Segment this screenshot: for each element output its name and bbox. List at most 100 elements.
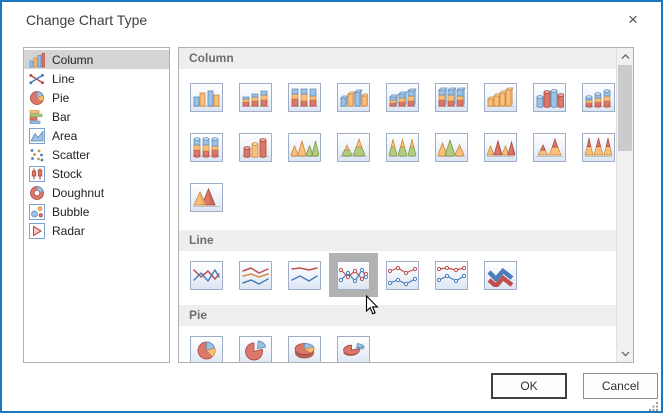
stacked-column-icon [239,83,272,112]
bar-icon [29,109,45,125]
stacked-column-3d-icon [386,83,419,112]
sidebar-item-label: Line [52,72,75,86]
thumb-stacked-column-100[interactable] [280,75,329,119]
sidebar-item-pie[interactable]: Pie [24,88,169,107]
thumb-clustered-column-3d[interactable] [329,75,378,119]
pyramid-3d-icon [190,183,223,212]
sidebar-item-stock[interactable]: Stock [24,164,169,183]
thumb-cylinder-3d[interactable] [231,125,280,169]
thumbnail-row [179,253,616,297]
stacked-column-100-3d-icon [435,83,468,112]
thumb-stacked-cone-100[interactable] [378,125,427,169]
cone-3d-icon [435,133,468,162]
clustered-column-3d-icon [337,83,370,112]
chevron-down-icon[interactable] [617,345,633,362]
stacked-cone-icon [337,133,370,162]
sidebar-item-label: Column [52,53,93,67]
sidebar-item-label: Radar [52,224,85,238]
ok-button[interactable]: OK [491,373,567,399]
thumb-column-3d[interactable] [476,75,525,119]
line-with-markers-icon [337,261,370,290]
area-icon [29,128,45,144]
clustered-cone-icon [288,133,321,162]
cancel-button[interactable]: Cancel [583,373,658,399]
column-icon [29,52,45,68]
sidebar-item-label: Bubble [52,205,89,219]
thumb-clustered-cylinder[interactable] [525,75,574,119]
gallery-section-pie: Pie [179,305,616,362]
thumb-clustered-cone[interactable] [280,125,329,169]
clustered-column-icon [190,83,223,112]
thumb-clustered-pyramid[interactable] [476,125,525,169]
sidebar-item-doughnut[interactable]: Doughnut [24,183,169,202]
sidebar-item-bubble[interactable]: Bubble [24,202,169,221]
thumb-stacked-pyramid-100[interactable] [574,125,616,169]
sidebar-item-line[interactable]: Line [24,69,169,88]
sidebar-item-bar[interactable]: Bar [24,107,169,126]
doughnut-icon [29,185,45,201]
thumb-cone-3d[interactable] [427,125,476,169]
sidebar-item-label: Stock [52,167,82,181]
thumb-stacked-column-100-3d[interactable] [427,75,476,119]
gallery-section-column: Column [179,48,616,219]
sidebar-item-area[interactable]: Area [24,126,169,145]
thumb-line-3d[interactable] [476,253,525,297]
dialog-title: Change Chart Type [26,12,147,28]
thumb-stacked-line-100[interactable] [280,253,329,297]
gallery-content: Column Line Pie [179,48,616,362]
chart-type-gallery: Column Line Pie [178,47,634,363]
chart-category-list: Column Line Pie Bar Area Scatter Stock Doughnut… [23,47,170,363]
exploded-pie-3d-icon [337,336,370,363]
pie-icon [29,90,45,106]
stacked-cylinder-icon [582,83,615,112]
sidebar-item-label: Bar [52,110,71,124]
chevron-up-icon[interactable] [617,48,633,65]
thumbnail-row [179,75,616,119]
sidebar-item-column[interactable]: Column [24,50,169,69]
thumb-pie-3d[interactable] [280,328,329,362]
change-chart-type-dialog: Change Chart Type × Column Line Pie Bar Area… [0,0,663,413]
stacked-pyramid-icon [533,133,566,162]
gallery-section-line: Line [179,230,616,297]
close-icon[interactable]: × [621,8,645,32]
sidebar-item-label: Area [52,129,77,143]
resize-grip[interactable] [648,398,658,408]
clustered-pyramid-icon [484,133,517,162]
section-header-pie: Pie [179,305,616,326]
thumb-stacked-column[interactable] [231,75,280,119]
sidebar-item-label: Doughnut [52,186,104,200]
section-header-column: Column [179,48,616,69]
thumb-stacked-pyramid[interactable] [525,125,574,169]
thumb-pyramid-3d[interactable] [182,175,231,219]
stacked-line-icon [239,261,272,290]
pie-icon [190,336,223,363]
thumb-exploded-pie[interactable] [231,328,280,362]
thumb-clustered-column[interactable] [182,75,231,119]
exploded-pie-icon [239,336,272,363]
clustered-cylinder-icon [533,83,566,112]
line-icon [190,261,223,290]
sidebar-item-radar[interactable]: Radar [24,221,169,240]
sidebar-item-scatter[interactable]: Scatter [24,145,169,164]
thumb-stacked-cylinder[interactable] [574,75,616,119]
stacked-line-with-markers-icon [386,261,419,290]
vertical-scrollbar[interactable] [616,48,633,362]
stacked-cylinder-100-icon [190,133,223,162]
thumb-stacked-line[interactable] [231,253,280,297]
thumb-stacked-line-100-with-markers[interactable] [427,253,476,297]
thumb-line[interactable] [182,253,231,297]
radar-icon [29,223,45,239]
thumb-stacked-line-with-markers[interactable] [378,253,427,297]
stock-icon [29,166,45,182]
stacked-pyramid-100-icon [582,133,615,162]
thumbnail-row [179,328,616,362]
thumb-stacked-cylinder-100[interactable] [182,125,231,169]
thumb-exploded-pie-3d[interactable] [329,328,378,362]
thumb-pie[interactable] [182,328,231,362]
stacked-column-100-icon [288,83,321,112]
scrollbar-thumb[interactable] [618,65,632,151]
thumb-stacked-column-3d[interactable] [378,75,427,119]
thumb-stacked-cone[interactable] [329,125,378,169]
section-header-line: Line [179,230,616,251]
thumb-line-with-markers[interactable] [329,253,378,297]
